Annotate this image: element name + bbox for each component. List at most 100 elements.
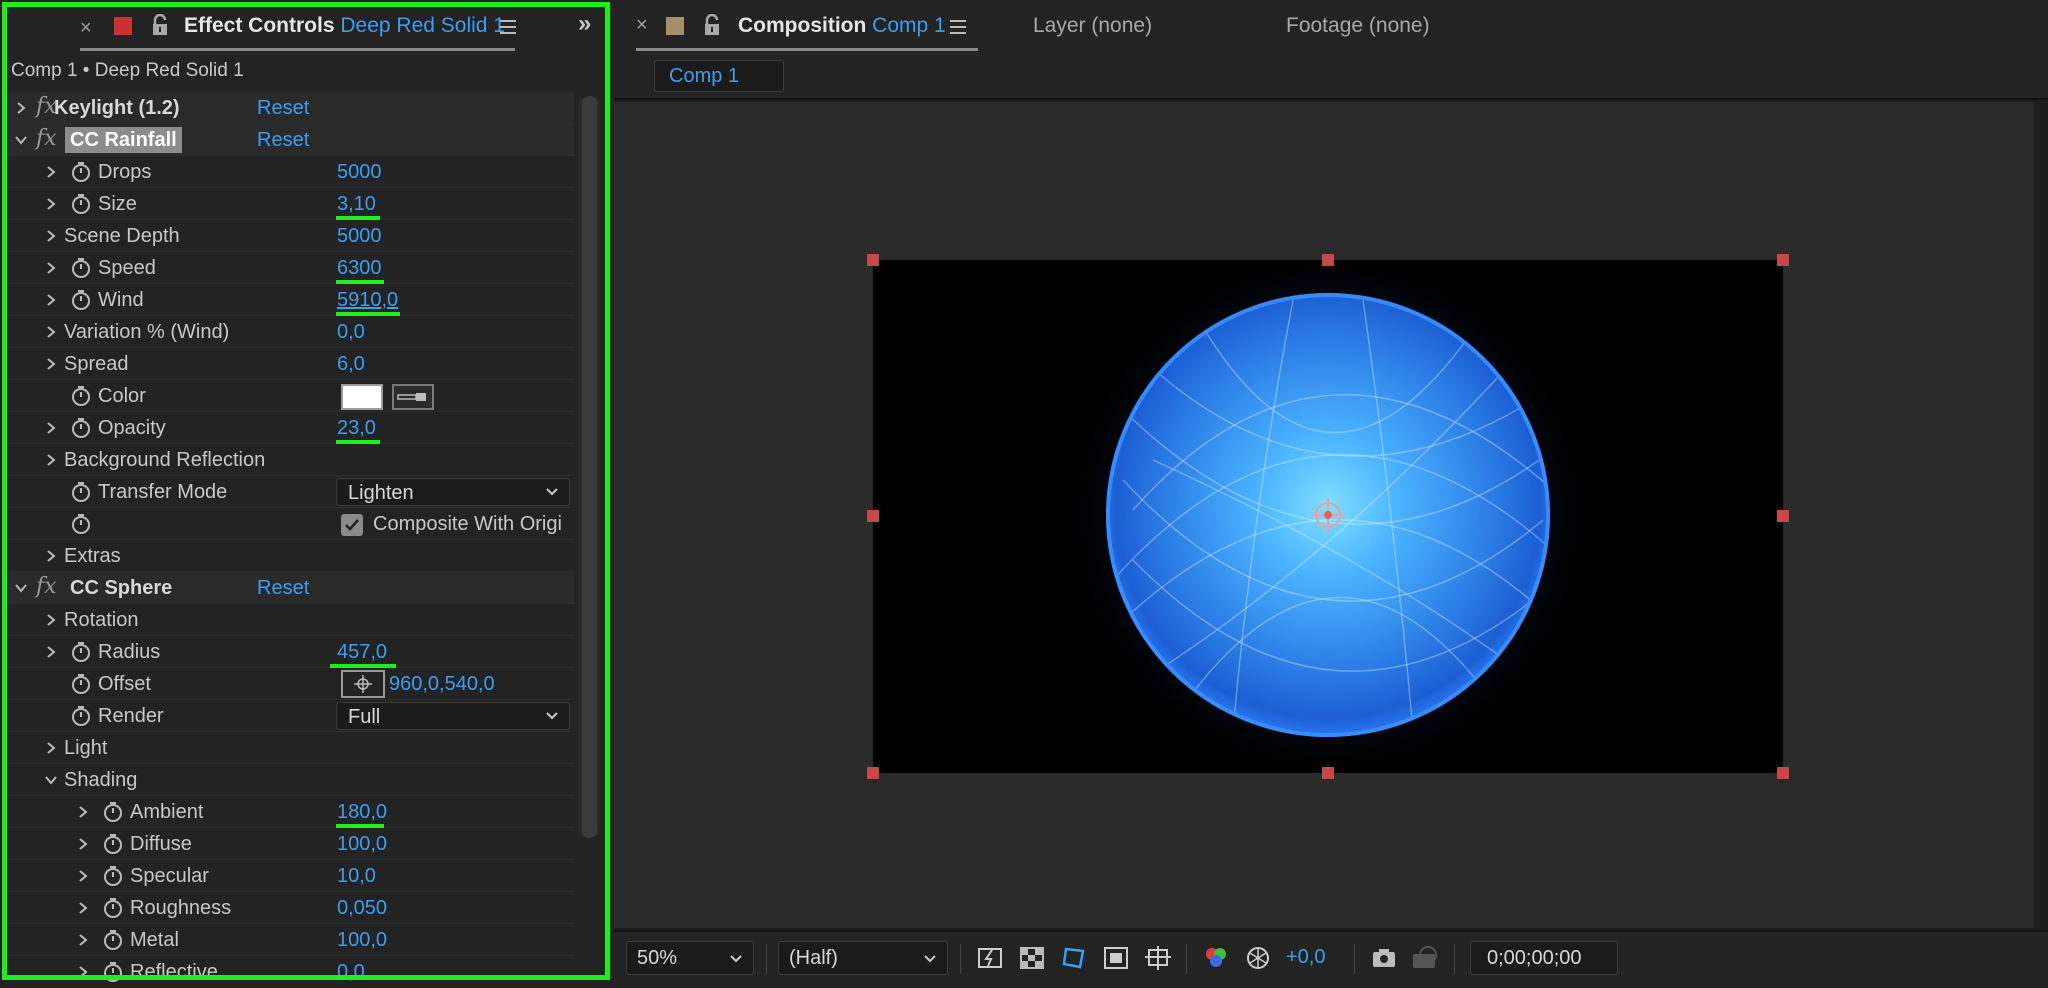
stopwatch-icon[interactable] <box>70 705 92 727</box>
expand-chevron-icon[interactable] <box>44 324 58 340</box>
composite-checkbox[interactable] <box>341 514 363 536</box>
footage-tab[interactable]: Footage (none) <box>1286 14 1430 38</box>
collapse-chevron-icon[interactable] <box>44 772 58 788</box>
stopwatch-icon[interactable] <box>70 257 92 279</box>
fx-icon[interactable]: fx <box>36 126 57 151</box>
expand-chevron-icon[interactable] <box>44 196 58 212</box>
composition-viewer[interactable] <box>614 102 2034 928</box>
prop-row-opacity[interactable]: Opacity 23,0 <box>8 412 574 444</box>
prop-row-transfer-mode[interactable]: Transfer Mode Lighten <box>8 476 574 508</box>
stopwatch-icon[interactable] <box>70 481 92 503</box>
transform-handle[interactable] <box>867 254 879 266</box>
effect-cc-sphere[interactable]: fx CC Sphere Reset <box>8 572 574 604</box>
effect-controls-tab[interactable]: Effect Controls Deep Red Solid 1 <box>184 14 505 38</box>
prop-value[interactable]: 23,0 <box>337 417 376 440</box>
prop-value[interactable]: 10,0 <box>337 865 376 888</box>
panel-menu-icon[interactable] <box>498 16 518 38</box>
stopwatch-icon[interactable] <box>102 897 124 919</box>
expand-chevron-icon[interactable] <box>44 452 58 468</box>
prop-value[interactable]: 180,0 <box>337 801 387 824</box>
prop-value[interactable]: 5000 <box>337 161 382 184</box>
prop-value[interactable]: 0,050 <box>337 897 387 920</box>
color-swatch[interactable] <box>341 384 383 410</box>
transform-handle[interactable] <box>1777 510 1789 522</box>
region-of-interest-icon[interactable] <box>1102 944 1130 972</box>
transform-handle[interactable] <box>1777 767 1789 779</box>
prop-value[interactable]: 100,0 <box>337 929 387 952</box>
prop-row-variation-wind[interactable]: Variation % (Wind) 0,0 <box>8 316 574 348</box>
prop-row-size[interactable]: Size 3,10 <box>8 188 574 220</box>
prop-value[interactable]: 100,0 <box>337 833 387 856</box>
stopwatch-icon[interactable] <box>102 833 124 855</box>
prop-value[interactable]: 3,10 <box>337 193 376 216</box>
prop-row-roughness[interactable]: Roughness 0,050 <box>8 892 574 924</box>
stopwatch-icon[interactable] <box>70 417 92 439</box>
close-tab-icon[interactable]: × <box>636 14 648 37</box>
expand-chevron-icon[interactable] <box>76 964 90 980</box>
expand-chevron-icon[interactable] <box>76 868 90 884</box>
stopwatch-icon[interactable] <box>70 513 92 535</box>
stopwatch-icon[interactable] <box>70 641 92 663</box>
collapse-chevron-icon[interactable] <box>14 132 28 148</box>
prop-row-speed[interactable]: Speed 6300 <box>8 252 574 284</box>
transform-handle[interactable] <box>1322 767 1334 779</box>
expand-chevron-icon[interactable] <box>76 932 90 948</box>
prop-row-ambient[interactable]: Ambient 180,0 <box>8 796 574 828</box>
fast-previews-icon[interactable] <box>976 944 1004 972</box>
grid-and-guides-icon[interactable] <box>1144 944 1172 972</box>
prop-value[interactable]: 5000 <box>337 225 382 248</box>
effect-keylight[interactable]: fx Keylight (1.2) Reset <box>8 92 574 124</box>
prop-value[interactable]: 6,0 <box>337 353 365 376</box>
prop-value[interactable]: 457,0 <box>337 641 387 664</box>
prop-row-render[interactable]: Render Full <box>8 700 574 732</box>
exposure-reset-icon[interactable] <box>1244 944 1272 972</box>
prop-row-shading[interactable]: Shading <box>8 764 574 796</box>
expand-chevron-icon[interactable] <box>76 804 90 820</box>
transform-handle[interactable] <box>1777 254 1789 266</box>
expand-chevron-icon[interactable] <box>44 740 58 756</box>
composition-canvas[interactable] <box>873 260 1783 773</box>
prop-row-specular[interactable]: Specular 10,0 <box>8 860 574 892</box>
expand-chevron-icon[interactable] <box>44 612 58 628</box>
prop-row-extras[interactable]: Extras <box>8 540 574 572</box>
expand-chevron-icon[interactable] <box>44 292 58 308</box>
expand-chevron-icon[interactable] <box>44 356 58 372</box>
expand-chevron-icon[interactable] <box>14 100 28 116</box>
prop-row-offset[interactable]: Offset 960,0,540,0 <box>8 668 574 700</box>
render-dropdown[interactable]: Full <box>336 702 570 730</box>
prop-row-radius[interactable]: Radius 457,0 <box>8 636 574 668</box>
stopwatch-icon[interactable] <box>70 289 92 311</box>
prop-row-reflective[interactable]: Reflective 0,0 <box>8 956 574 982</box>
transform-handle[interactable] <box>867 510 879 522</box>
prop-row-diffuse[interactable]: Diffuse 100,0 <box>8 828 574 860</box>
prop-row-composite[interactable]: Composite With Origi <box>8 508 574 540</box>
mask-path-visibility-icon[interactable] <box>1060 944 1088 972</box>
effect-cc-rainfall[interactable]: fx CC Rainfall Reset <box>8 124 574 156</box>
expand-chevron-icon[interactable] <box>44 260 58 276</box>
expand-chevron-icon[interactable] <box>44 164 58 180</box>
exposure-value[interactable]: +0,0 <box>1286 946 1325 969</box>
point-control-icon[interactable] <box>341 670 385 698</box>
transparency-grid-icon[interactable] <box>1018 944 1046 972</box>
lock-icon[interactable] <box>702 13 722 38</box>
prop-row-background-reflection[interactable]: Background Reflection <box>8 444 574 476</box>
show-snapshot-icon[interactable] <box>1410 944 1438 972</box>
reset-link[interactable]: Reset <box>257 129 309 152</box>
prop-row-color[interactable]: Color <box>8 380 574 412</box>
comp-subtab[interactable]: Comp 1 <box>654 60 784 92</box>
stopwatch-icon[interactable] <box>70 161 92 183</box>
stopwatch-icon[interactable] <box>102 929 124 951</box>
prop-row-drops[interactable]: Drops 5000 <box>8 156 574 188</box>
stopwatch-icon[interactable] <box>102 865 124 887</box>
current-time-display[interactable]: 0;00;00;00 <box>1470 941 1618 975</box>
layer-tab[interactable]: Layer (none) <box>1033 14 1152 38</box>
prop-value[interactable]: 0,0 <box>337 321 365 344</box>
expand-chevron-icon[interactable] <box>44 228 58 244</box>
more-panels-icon[interactable]: » <box>578 10 591 38</box>
prop-row-spread[interactable]: Spread 6,0 <box>8 348 574 380</box>
transfer-mode-dropdown[interactable]: Lighten <box>336 478 570 506</box>
panel-menu-icon[interactable] <box>948 16 968 38</box>
composition-tab[interactable]: Composition Comp 1 <box>738 14 946 38</box>
prop-value[interactable]: 960,0,540,0 <box>389 673 495 696</box>
reset-link[interactable]: Reset <box>257 97 309 120</box>
